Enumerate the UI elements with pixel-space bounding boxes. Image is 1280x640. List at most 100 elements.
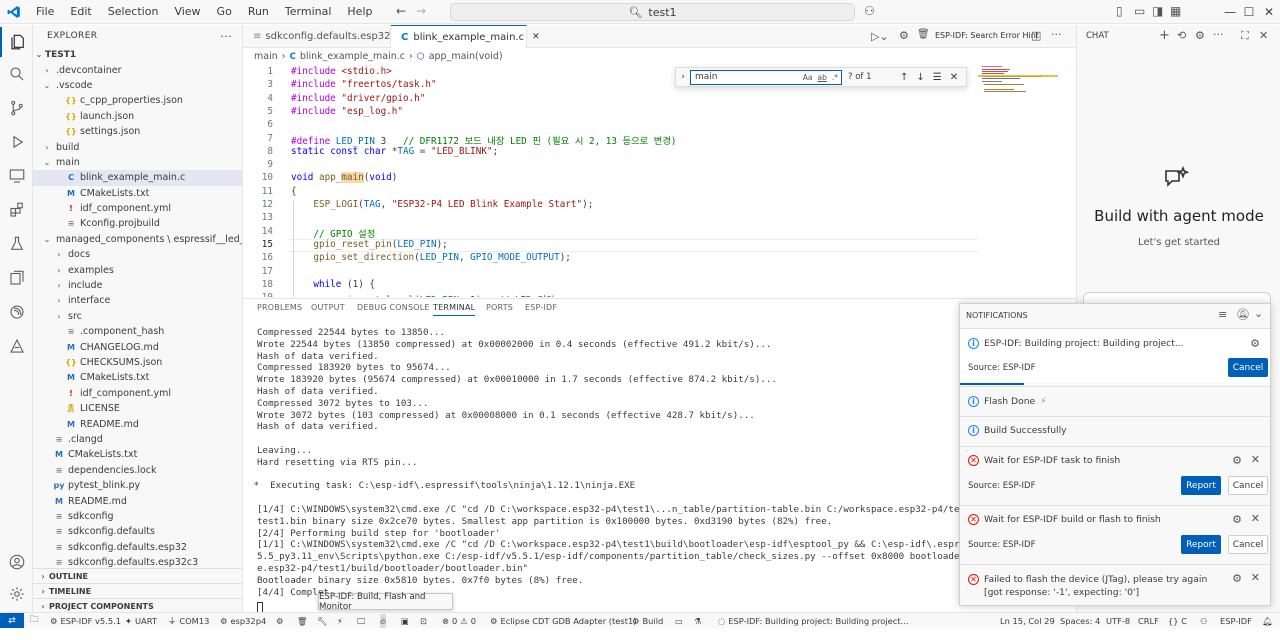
panel-tab-debug-console[interactable]: DEBUG CONSOLE <box>357 303 430 312</box>
tree-item[interactable]: ! idf_component.yml <box>33 386 242 401</box>
menu-file[interactable]: File <box>28 5 62 18</box>
toggle-replace-icon[interactable]: › <box>676 72 690 82</box>
tree-item[interactable]: {} launch.json <box>33 109 242 124</box>
menu-go[interactable]: Go <box>209 5 240 18</box>
project-components-section[interactable]: › PROJECT COMPONENTS <box>33 598 242 612</box>
more-actions-icon[interactable]: ··· <box>220 30 232 43</box>
language-mode[interactable]: {} C <box>1168 614 1187 628</box>
folder-icon[interactable]: 🗀︎ <box>30 614 38 628</box>
panel-tab-problems[interactable]: PROBLEMS <box>257 303 302 312</box>
close-icon[interactable]: ✕ <box>1251 512 1260 525</box>
toggle-panel-icon[interactable]: ▭ <box>1134 4 1145 18</box>
menuconfig-icon[interactable]: ▣ <box>401 614 409 628</box>
use-regex-icon[interactable]: .* <box>832 73 838 82</box>
close-window-button[interactable]: ✕ <box>1258 0 1280 24</box>
tree-item[interactable]: {} CHECKSUMS.json <box>33 355 242 370</box>
tree-item[interactable]: ⌄ managed_components \ espressif__led_str… <box>33 232 242 247</box>
back-arrow-icon[interactable]: ← <box>396 4 406 18</box>
monitor-icon[interactable]: 🖵︎ <box>357 614 365 628</box>
remote-explorer-icon[interactable] <box>0 161 33 191</box>
tree-item[interactable]: M README.md <box>33 416 242 431</box>
timeline-section[interactable]: › TIMELINE <box>33 583 242 598</box>
tree-item[interactable]: ⌄ .vscode <box>33 78 242 93</box>
tree-item[interactable]: ≡ Kconfig.projbuild <box>33 216 242 231</box>
notifications-bell-icon[interactable]: 🔔︎ <box>1262 614 1273 628</box>
more-actions-icon[interactable]: ··· <box>1051 28 1062 41</box>
esp-idf-explorer-icon[interactable] <box>0 263 33 293</box>
tree-item[interactable]: {} c_cpp_properties.json <box>33 93 242 108</box>
tree-item[interactable]: M README.md <box>33 493 242 508</box>
find-in-selection-icon[interactable]: ☰ <box>933 72 942 83</box>
workspace-root[interactable]: ⌄ TEST1 <box>33 47 242 62</box>
find-input[interactable]: main Aa ab .* <box>690 69 842 85</box>
new-chat-icon[interactable]: + <box>1159 28 1170 43</box>
match-case-icon[interactable]: Aa <box>803 73 813 82</box>
trash-icon[interactable]: 🗑︎ <box>917 29 930 40</box>
match-whole-word-icon[interactable]: ab <box>818 73 827 82</box>
tab-sdkconfig-defaults[interactable]: ≡ sdkconfig.defaults.esp32p4 <box>243 25 403 48</box>
forward-arrow-icon[interactable]: → <box>416 4 426 18</box>
panel-tab-terminal[interactable]: TERMINAL <box>433 303 476 316</box>
run-debug-dropdown-icon[interactable]: ▷⌄ <box>871 30 889 43</box>
breadcrumb-symbol[interactable]: app_main(void) <box>429 51 503 62</box>
code-editor[interactable]: 1 #include <stdio.h> 3 #include "freertos/t… <box>243 65 978 297</box>
panel-tab-ports[interactable]: PORTS <box>486 303 513 312</box>
tree-item[interactable]: ⌄ main <box>33 155 242 170</box>
collapse-chevron-down-icon[interactable]: ⌄ <box>1254 307 1263 320</box>
tree-item[interactable]: › src <box>33 309 242 324</box>
breadcrumb-folder[interactable]: main <box>254 51 278 62</box>
menu-help[interactable]: Help <box>339 5 380 18</box>
uart-item[interactable]: ✦ UART <box>125 614 157 628</box>
search-icon[interactable] <box>0 59 33 89</box>
manage-gear-icon[interactable] <box>0 579 33 609</box>
minimap[interactable] <box>978 65 1074 297</box>
tree-item[interactable]: ≡ sdkconfig <box>33 509 242 524</box>
gear-icon[interactable]: ⚙ <box>899 29 909 42</box>
open-terminal-icon[interactable]: ⊡ <box>420 614 427 628</box>
customize-layout-icon[interactable]: ▦ <box>1170 4 1181 18</box>
close-icon[interactable]: ✕ <box>1259 29 1268 42</box>
history-icon[interactable]: ⟲ <box>1177 29 1186 42</box>
gear-icon[interactable]: ⚙ <box>1195 29 1205 42</box>
debug-adapter-item[interactable]: ⚙ Eclipse CDT GDB Adapter (test1) <box>490 614 636 628</box>
test-flask-icon[interactable]: ⚗ <box>694 614 701 628</box>
tree-item[interactable]: › interface <box>33 293 242 308</box>
menu-edit[interactable]: Edit <box>62 5 99 18</box>
more-actions-icon[interactable]: ··· <box>1213 28 1224 41</box>
tree-item[interactable]: M CMakeLists.txt <box>33 186 242 201</box>
run-debug-icon[interactable] <box>0 127 33 157</box>
close-tab-icon[interactable]: ✕ <box>532 32 540 42</box>
tab-blink-example-main[interactable]: Cblink_example_main.c ✕ <box>391 25 540 48</box>
next-match-icon[interactable]: ↓ <box>916 72 924 83</box>
maximize-button[interactable]: ☐ <box>1240 0 1258 24</box>
tree-item[interactable]: 🎗︎ LICENSE <box>33 401 242 416</box>
cancel-button[interactable]: Cancel <box>1228 476 1268 495</box>
account-icon[interactable] <box>0 547 33 577</box>
tree-item[interactable]: ≡ .component_hash <box>33 324 242 339</box>
tree-item[interactable]: ≡ .clangd <box>33 432 242 447</box>
cancel-build-button[interactable]: Cancel <box>1228 358 1268 377</box>
tree-item[interactable]: ≡ dependencies.lock <box>33 463 242 478</box>
tree-item[interactable]: Cblink_example_main.c <box>33 170 242 186</box>
cancel-button[interactable]: Cancel <box>1228 535 1268 554</box>
tree-item[interactable]: M CHANGELOG.md <box>33 339 242 354</box>
end-of-line[interactable]: CRLF <box>1138 614 1159 628</box>
build-wrench-icon[interactable]: 🔧︎ <box>317 614 328 628</box>
gear-icon[interactable]: ⚙ <box>1232 454 1242 467</box>
tree-item[interactable]: › .devcontainer <box>33 62 242 77</box>
menu-run[interactable]: Run <box>240 5 277 18</box>
do-not-disturb-bell-icon[interactable]: 🔕︎ <box>1236 308 1250 321</box>
split-editor-icon[interactable]: ◫ <box>1031 29 1041 42</box>
maximize-icon[interactable]: ⛶ <box>1241 29 1249 43</box>
explorer-icon[interactable] <box>0 27 33 57</box>
close-icon[interactable]: ✕ <box>1251 453 1260 466</box>
tree-item[interactable]: ! idf_component.yml <box>33 201 242 216</box>
command-center-search[interactable]: 🔍︎ test1 <box>450 3 855 21</box>
clear-all-icon[interactable]: ≡ <box>1218 308 1227 321</box>
problems-item[interactable]: ⊗ 0 ⚠ 0 <box>442 614 476 628</box>
toggle-primary-sidebar-icon[interactable]: ▯ <box>1116 4 1123 18</box>
gear-icon[interactable]: ⚙ <box>1250 337 1260 350</box>
tree-item[interactable]: › docs <box>33 247 242 262</box>
toggle-secondary-sidebar-icon[interactable]: ◨ <box>1152 4 1163 18</box>
close-icon[interactable]: ✕ <box>1251 571 1260 584</box>
